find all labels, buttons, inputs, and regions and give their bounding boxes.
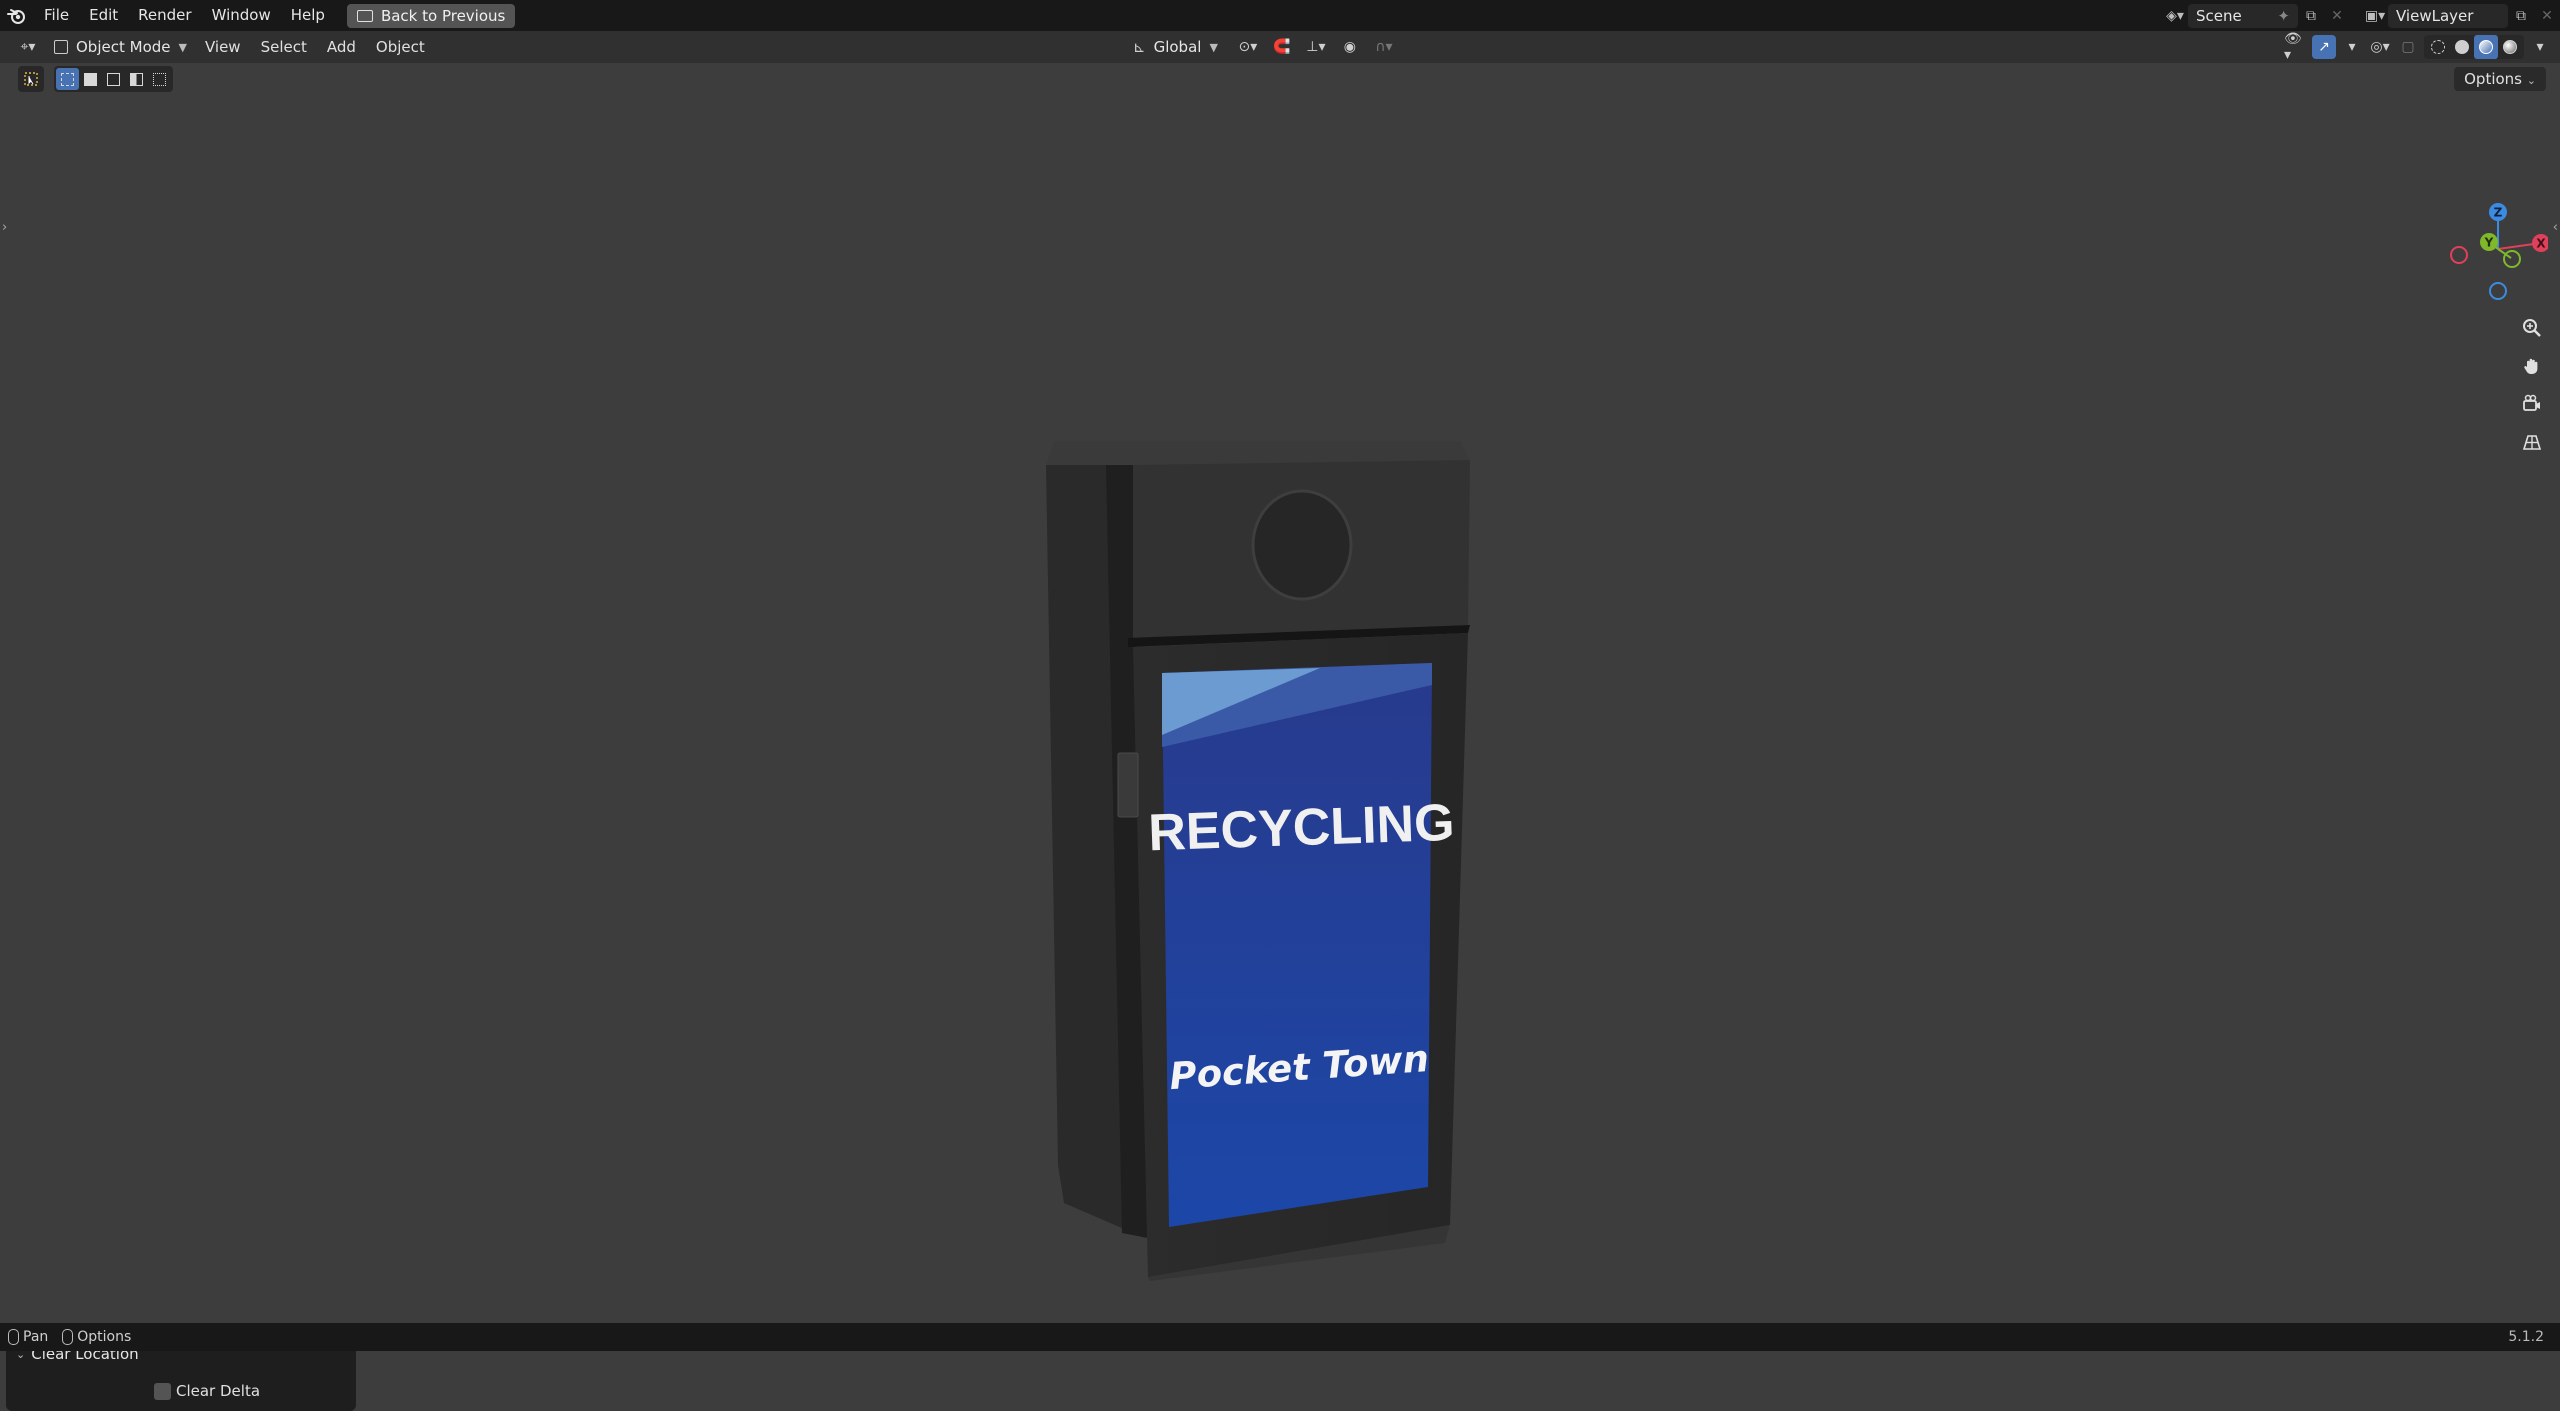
top-right-controls: ◈▾ Scene ✦ ⧉ ✕ ▣▾ ViewLayer ⧉ ✕ — [2162, 0, 2560, 31]
status-options-label: Options — [77, 1329, 132, 1345]
snap-toggle-icon[interactable]: 🧲 — [1270, 35, 1294, 59]
pivot-point-icon[interactable]: ⊙▾ — [1236, 35, 1260, 59]
menu-render[interactable]: Render — [128, 0, 201, 31]
gizmo-z-label: Z — [2494, 206, 2503, 220]
chevron-down-icon: ▼ — [1209, 40, 1218, 54]
chevron-down-icon: ⌄ — [2526, 74, 2536, 87]
select-invert-icon[interactable] — [125, 68, 148, 90]
clear-delta-label: Clear Delta — [176, 1382, 261, 1400]
scene-selector-icon[interactable]: ◈▾ — [2162, 4, 2188, 28]
proportional-editing-icon[interactable]: ◉ — [1338, 35, 1362, 59]
select-intersect-icon[interactable] — [148, 68, 171, 90]
proportional-falloff-icon[interactable]: ∩▾ — [1372, 35, 1396, 59]
pin-icon[interactable]: ✦ — [2277, 7, 2290, 25]
select-new-icon[interactable] — [56, 68, 79, 90]
navigation-gizmo[interactable]: Z X Y — [2448, 199, 2548, 309]
menu-object[interactable]: Object — [366, 31, 435, 63]
version-label: 5.1.2 — [2508, 1329, 2544, 1345]
ortho-grid-icon[interactable] — [2517, 427, 2547, 457]
visibility-icon[interactable]: 👁▾ — [2284, 31, 2308, 63]
gizmo-toggle-icon[interactable]: ↗ — [2312, 35, 2336, 59]
gizmo-x-negative[interactable] — [2450, 246, 2468, 264]
options-label: Options — [2464, 70, 2522, 88]
transform-tools: ⊾ Global ▼ ⊙▾ 🧲 ⊥▾ ◉ ∩▾ — [1125, 31, 1396, 63]
object-mode-icon — [54, 40, 68, 54]
menu-select[interactable]: Select — [251, 31, 317, 63]
blender-logo-icon[interactable] — [0, 0, 34, 31]
status-pan-hint: Pan — [8, 1329, 48, 1345]
mouse-middle-icon — [8, 1329, 19, 1345]
gizmo-y-negative[interactable] — [2503, 250, 2521, 268]
shading-modes — [2424, 35, 2524, 59]
gizmo-y-label: Y — [2484, 236, 2494, 250]
new-view-layer-icon[interactable]: ⧉ — [2508, 4, 2534, 28]
menu-edit[interactable]: Edit — [79, 0, 128, 31]
material-preview-shading-icon[interactable] — [2474, 35, 2498, 59]
editor-type-icon[interactable]: ⌖▾ — [16, 35, 40, 59]
top-menu-bar: File Edit Render Window Help Back to Pre… — [0, 0, 2560, 31]
mode-label: Object Mode — [76, 38, 171, 56]
select-tool-icon[interactable] — [18, 66, 44, 92]
checkbox-box[interactable] — [154, 1382, 171, 1400]
back-to-previous-button[interactable]: Back to Previous — [346, 3, 516, 28]
options-dropdown[interactable]: Options ⌄ — [2454, 67, 2546, 91]
status-bar: Pan Options 5.1.2 — [0, 1323, 2560, 1351]
xray-icon[interactable]: ▢ — [2396, 35, 2420, 59]
mouse-right-icon — [62, 1329, 74, 1345]
toolbar-expand-icon[interactable]: › — [2, 220, 7, 235]
view-layer-name: ViewLayer — [2396, 6, 2474, 25]
scene-name: Scene — [2196, 6, 2242, 25]
bin-opening — [1251, 489, 1353, 601]
delete-scene-icon[interactable]: ✕ — [2324, 4, 2350, 28]
scene-name-field[interactable]: Scene ✦ — [2188, 3, 2298, 28]
snap-target-icon[interactable]: ⊥▾ — [1304, 35, 1328, 59]
viewport-display-tools: 👁▾ ↗ ▾ ◎▾ ▢ ▾ — [2284, 31, 2552, 63]
transform-orientation-dropdown[interactable]: ⊾ Global ▼ — [1125, 35, 1226, 59]
3d-viewport[interactable]: › ‹ Z X Y RECYCLING Pocket Town ⌄ Clear … — [0, 95, 2560, 1411]
shading-options-icon[interactable]: ▾ — [2528, 35, 2552, 59]
bin-latch — [1117, 752, 1139, 818]
selection-mode-group — [54, 66, 173, 92]
zoom-icon[interactable] — [2517, 313, 2547, 343]
view-layer-field[interactable]: ViewLayer — [2388, 3, 2508, 28]
back-to-previous-label: Back to Previous — [380, 6, 506, 25]
solid-shading-icon[interactable] — [2450, 35, 2474, 59]
overlays-icon[interactable]: ◎▾ — [2368, 35, 2392, 59]
orientation-label: Global — [1153, 38, 1202, 56]
sidebar-expand-icon[interactable]: ‹ — [2553, 220, 2558, 235]
menu-help[interactable]: Help — [281, 0, 335, 31]
back-screen-icon — [356, 9, 373, 22]
rendered-shading-icon[interactable] — [2498, 35, 2522, 59]
chevron-down-icon: ▼ — [178, 40, 187, 54]
wireframe-shading-icon[interactable] — [2426, 35, 2450, 59]
bin-label-panel — [1162, 663, 1432, 1227]
clear-delta-checkbox[interactable]: Clear Delta — [154, 1382, 260, 1400]
status-pan-label: Pan — [23, 1329, 49, 1345]
camera-view-icon[interactable] — [2517, 389, 2547, 419]
select-extend-icon[interactable] — [79, 68, 102, 90]
select-subtract-icon[interactable] — [102, 68, 125, 90]
pan-hand-icon[interactable] — [2517, 351, 2547, 381]
gizmo-z-negative[interactable] — [2489, 282, 2507, 300]
new-scene-icon[interactable]: ⧉ — [2298, 4, 2324, 28]
status-options-hint: Options — [62, 1329, 131, 1345]
navigation-buttons — [2517, 313, 2547, 457]
view-layer-selector-icon[interactable]: ▣▾ — [2362, 4, 2388, 28]
viewport-header: ⌖▾ Object Mode ▼ View Select Add Object … — [0, 31, 2560, 63]
mode-dropdown[interactable]: Object Mode ▼ — [46, 35, 195, 59]
menu-add[interactable]: Add — [317, 31, 366, 63]
menu-view[interactable]: View — [195, 31, 251, 63]
gizmo-x-label: X — [2536, 237, 2546, 251]
gizmo-dropdown-icon[interactable]: ▾ — [2340, 35, 2364, 59]
orientation-icon: ⊾ — [1133, 38, 1146, 56]
recycling-bin-model[interactable]: RECYCLING Pocket Town — [1040, 435, 1470, 1285]
tool-settings-row: Options ⌄ — [0, 63, 2560, 95]
delete-view-layer-icon[interactable]: ✕ — [2534, 4, 2560, 28]
menu-file[interactable]: File — [34, 0, 79, 31]
menu-window[interactable]: Window — [202, 0, 281, 31]
bin-label-title: RECYCLING — [1147, 794, 1455, 863]
